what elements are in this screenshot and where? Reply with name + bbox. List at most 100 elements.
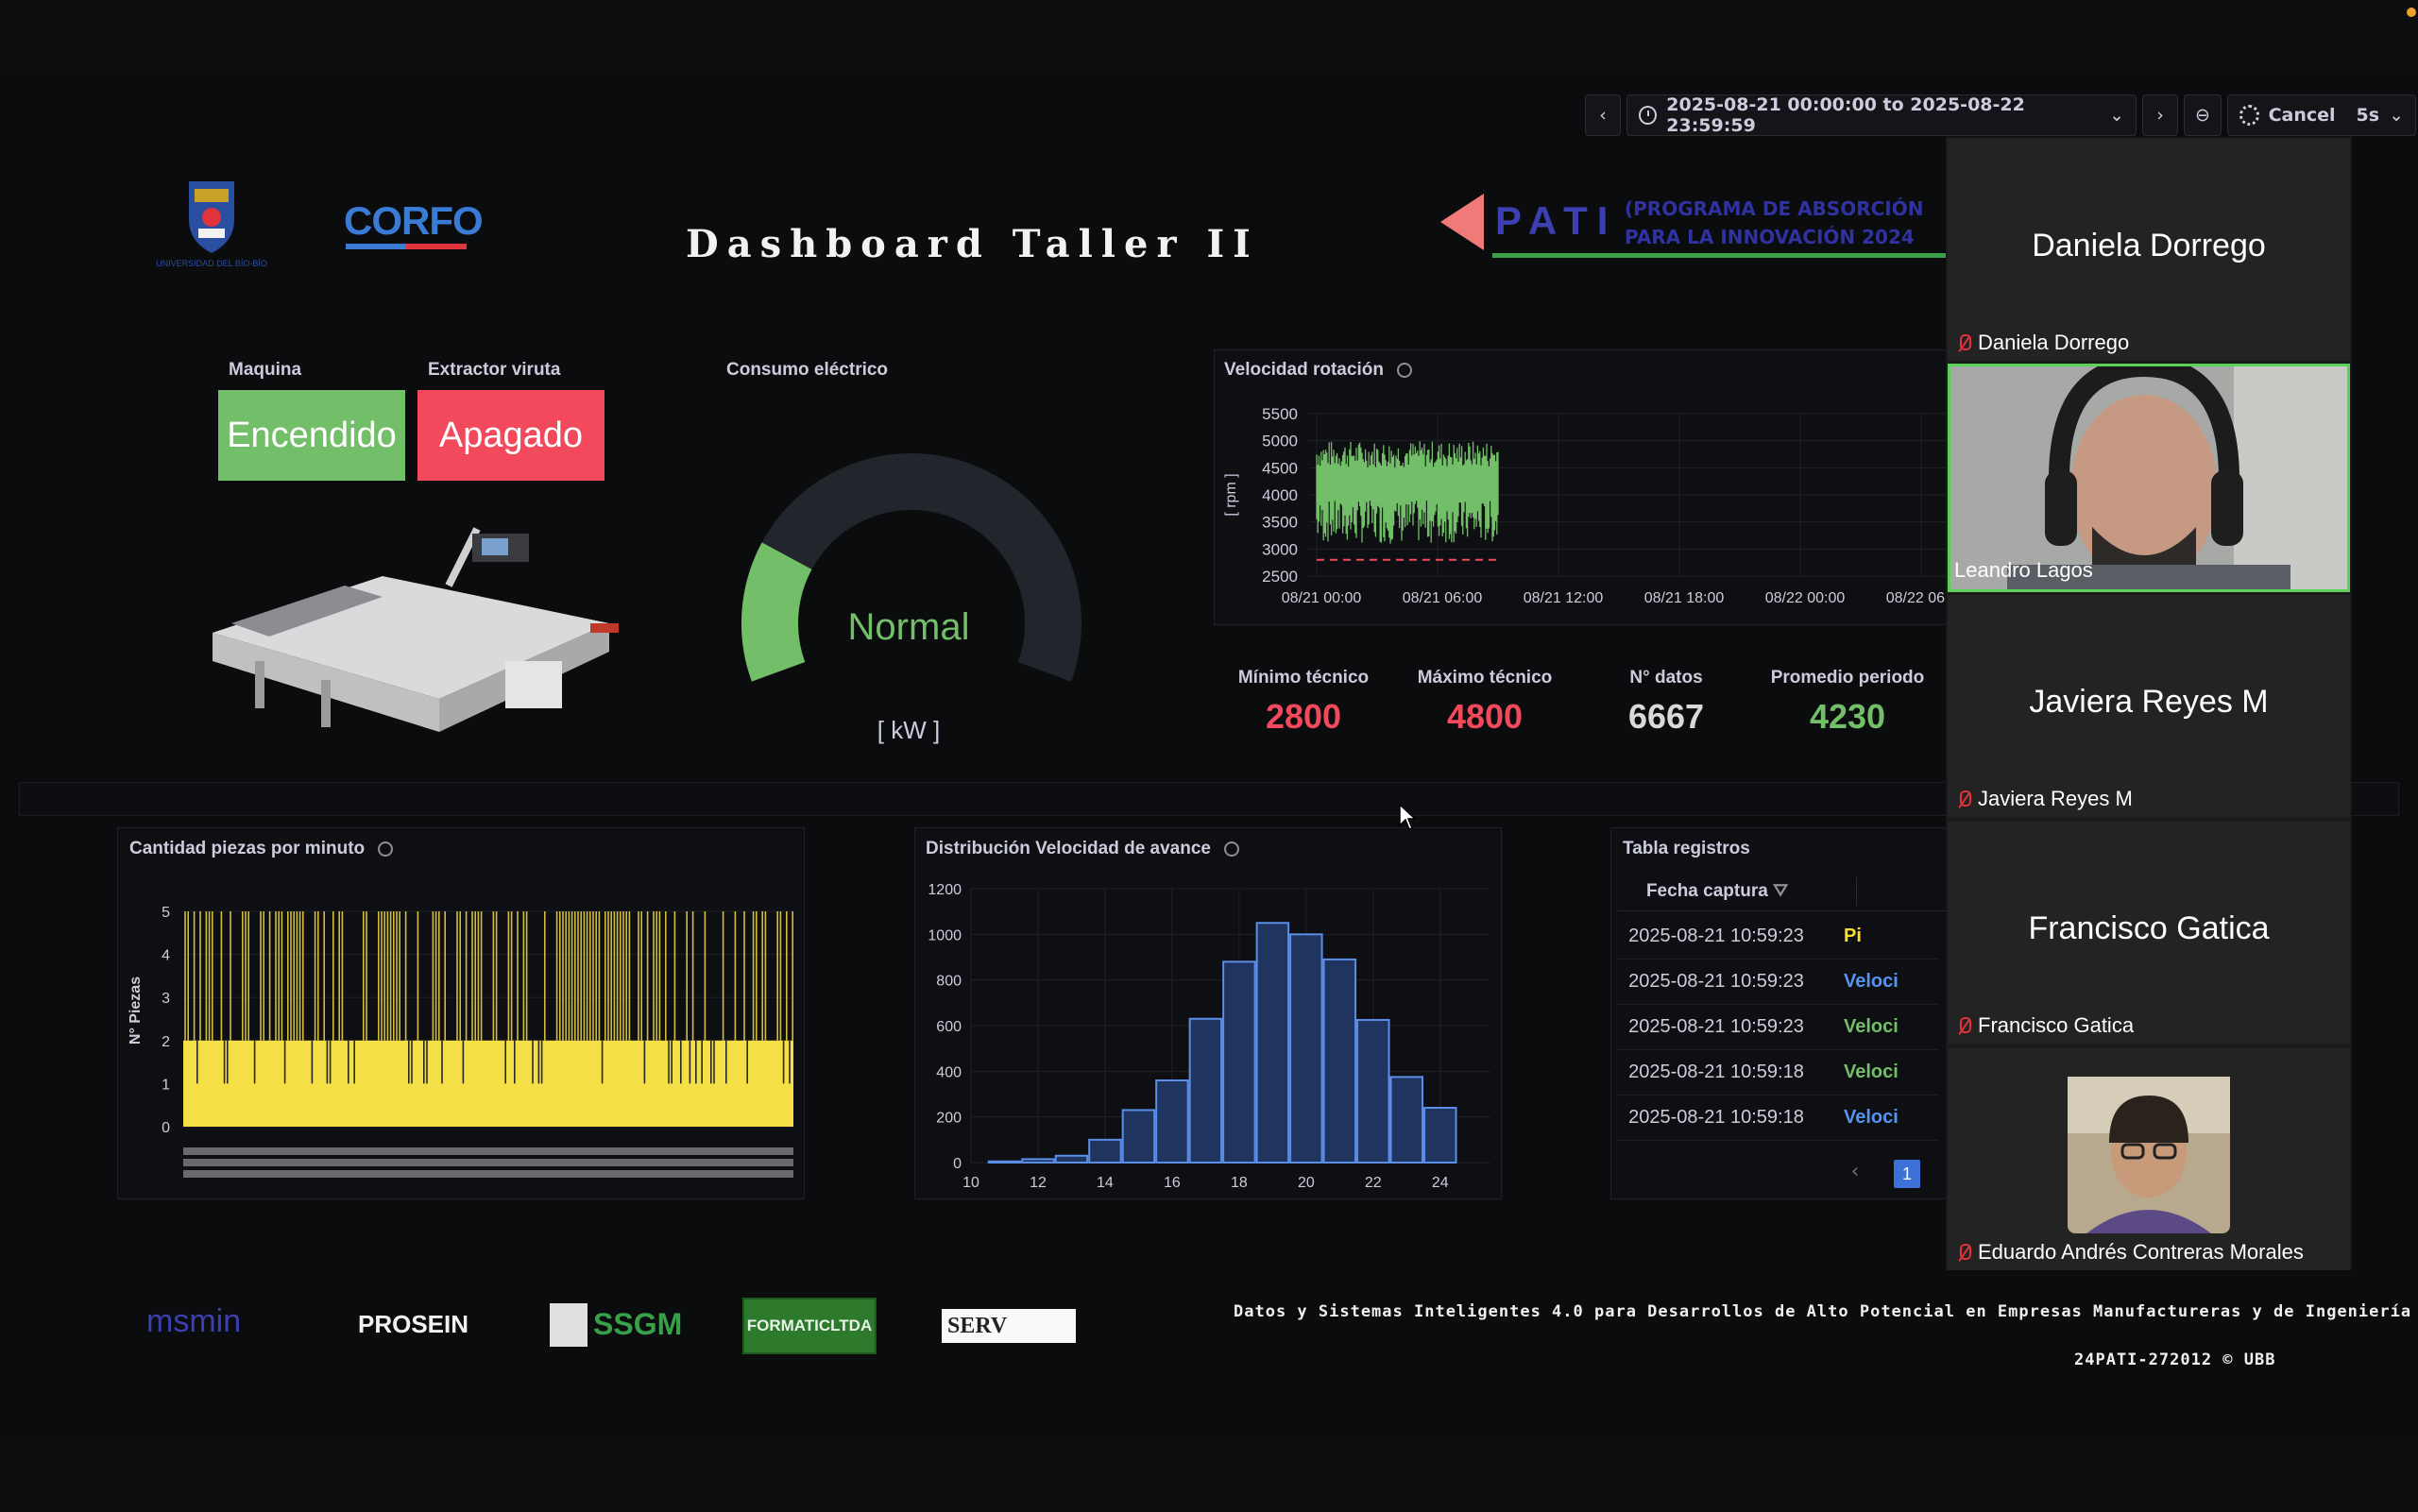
time-forward-button[interactable]: › [2142, 94, 2178, 136]
x-tick-label: 24 [1432, 1175, 1449, 1191]
histogram-bar [1423, 1107, 1457, 1164]
chevron-down-icon: ⌄ [2109, 105, 2124, 126]
cancel-label: Cancel [2268, 105, 2336, 126]
histogram-bar [1389, 1076, 1424, 1164]
participant-tile-leandro[interactable]: Leandro Lagos [1948, 364, 2350, 592]
participant-display-name: Francisco Gatica [2028, 910, 2270, 946]
refresh-interval[interactable]: 5s [2357, 105, 2380, 126]
participant-tile-javiera[interactable]: Javiera Reyes M Javiera Reyes M [1948, 595, 2350, 817]
pati-sub-line2: PARA LA INNOVACIÓN 2024 [1625, 226, 1915, 248]
dashboard-title: Dashboard Taller II [686, 222, 1259, 266]
zoom-out-button[interactable]: ⊖ [2184, 94, 2222, 136]
pati-triangle-icon [1440, 194, 1484, 250]
x-tick-label: 08/21 12:00 [1524, 590, 1604, 606]
x-tick-label: 08/21 00:00 [1282, 590, 1362, 606]
piezas-title: Cantidad piezas por minuto [129, 839, 394, 859]
gauge-fill [741, 542, 812, 682]
y-tick-label: 2 [162, 1034, 170, 1050]
pagination-prev-button[interactable]: ‹ [1844, 1160, 1866, 1188]
top-band [0, 0, 2418, 76]
histogram-bar [987, 1160, 1022, 1164]
chevron-right-icon: › [2156, 105, 2164, 126]
corfo-logo: CORFO [344, 198, 484, 243]
table-row[interactable]: 2025-08-21 10:59:23 Veloci [1617, 1005, 1938, 1050]
chevron-down-icon: ⌄ [2389, 105, 2404, 126]
participant-label: Eduardo Andrés Contreras Morales [1957, 1240, 2304, 1265]
pati-logo-text: PATI [1495, 198, 1618, 243]
velocidad-rotacion-title-text: Velocidad rotación [1224, 360, 1384, 380]
participant-tile-daniela[interactable]: Daniela Dorrego Daniela Dorrego [1948, 139, 2350, 361]
consumo-title: Consumo eléctrico [726, 360, 889, 380]
info-icon[interactable] [1224, 841, 1239, 857]
column-fecha-captura[interactable]: Fecha captura ⛛ [1618, 881, 1816, 902]
y-axis-label: N° Piezas [128, 977, 144, 1045]
stat-value: 2800 [1265, 697, 1342, 736]
cell-fecha: 2025-08-21 10:59:23 [1628, 1016, 1804, 1037]
y-tick-label: 5 [162, 905, 170, 921]
table-row[interactable]: 2025-08-21 10:59:23 Pi [1617, 914, 1938, 960]
participant-video-eduardo [2068, 1077, 2230, 1233]
x-axis-labels-blurred [183, 1159, 793, 1166]
x-tick-label: 16 [1164, 1175, 1181, 1191]
pati-logo-subtitle: (PROGRAMA DE ABSORCIÓN PARA LA INNOVACIÓ… [1625, 195, 1946, 251]
velocidad-rotacion-chart: 2500 3000 3500 4000 4500 5000 5500 08/21 00:00 0… [1223, 405, 1946, 606]
y-tick-label: 3 [162, 991, 170, 1007]
y-tick-label: 1200 [928, 882, 962, 898]
participant-tile-eduardo[interactable]: Eduardo Andrés Contreras Morales [1948, 1048, 2350, 1270]
prosein-logo: PROSEIN [358, 1310, 469, 1338]
info-icon[interactable] [1396, 362, 1412, 378]
participant-tile-francisco[interactable]: Francisco Gatica Francisco Gatica [1948, 822, 2350, 1044]
tabla-title: Tabla registros [1623, 839, 1750, 858]
histogram-bar [1088, 1138, 1122, 1164]
table-row[interactable]: 2025-08-21 10:59:18 Veloci [1617, 1050, 1938, 1096]
y-tick-label: 3500 [1262, 514, 1298, 532]
histogram-bar [1255, 922, 1290, 1164]
participant-name: Daniela Dorrego [1978, 331, 2130, 354]
time-back-button[interactable]: ‹ [1585, 94, 1621, 136]
ubb-logo-text: UNIVERSIDAD DEL BÍO-BÍO [156, 259, 267, 268]
participant-label: Daniela Dorrego [1957, 331, 2129, 355]
extractor-status: Apagado [417, 390, 604, 481]
y-tick-label: 0 [953, 1156, 962, 1172]
recording-indicator [2407, 8, 2416, 17]
stat-value: 4800 [1446, 697, 1524, 736]
participant-label: Javiera Reyes M [1957, 787, 2133, 811]
maquina-label: Maquina [229, 360, 302, 380]
participant-display-name: Javiera Reyes M [2029, 684, 2269, 720]
footer-tagline: Datos y Sistemas Inteligentes 4.0 para D… [1234, 1302, 2412, 1321]
x-tick-label: 18 [1231, 1175, 1248, 1191]
pagination-page-1[interactable]: 1 [1894, 1160, 1920, 1188]
table-row[interactable]: 2025-08-21 10:59:23 Veloci [1617, 960, 1938, 1005]
distribucion-title-text: Distribución Velocidad de avance [926, 839, 1211, 858]
corfo-logo-bar [346, 244, 467, 249]
tabla-header: Fecha captura ⛛ [1618, 872, 1949, 911]
histogram-bar [1021, 1158, 1055, 1164]
cell-variable: Veloci [1844, 1107, 1899, 1128]
x-tick-label: 08/21 06:00 [1403, 590, 1483, 606]
refresh-cancel-button[interactable]: Cancel 5s ⌄ [2227, 94, 2416, 136]
y-tick-label: 5000 [1262, 433, 1298, 450]
participant-name: Leandro Lagos [1954, 558, 2093, 582]
histogram-bar [1188, 1017, 1223, 1164]
participant-name: Eduardo Andrés Contreras Morales [1978, 1240, 2304, 1264]
cell-fecha: 2025-08-21 10:59:18 [1628, 1062, 1804, 1082]
y-tick-label: 4500 [1262, 459, 1298, 477]
time-range-picker[interactable]: 2025-08-21 00:00:00 to 2025-08-22 23:59:… [1626, 94, 2137, 136]
distribucion-title: Distribución Velocidad de avance [926, 839, 1239, 859]
cell-variable: Veloci [1844, 1016, 1899, 1037]
distribucion-chart: 0 200 400 600 800 1000 1200 10 12 14 16 18 20 22 24 [928, 882, 1490, 1191]
y-tick-label: 1 [162, 1077, 170, 1093]
loading-spinner-icon [2239, 105, 2259, 126]
info-icon[interactable] [378, 841, 394, 857]
msmin-logo: msmin [146, 1303, 242, 1339]
stat-label: Máximo técnico [1417, 668, 1553, 688]
participant-video-leandro [1950, 366, 2347, 589]
histogram-bar [1155, 1079, 1189, 1164]
y-tick-label: 3000 [1262, 540, 1298, 558]
filter-icon[interactable]: ⛛ [1773, 881, 1788, 901]
participant-label: Francisco Gatica [1957, 1013, 2134, 1038]
series-rotacion [1316, 441, 1499, 544]
table-row[interactable]: 2025-08-21 10:59:18 Veloci [1617, 1096, 1938, 1141]
consumo-gauge [741, 453, 1081, 682]
maquina-status: Encendido [218, 390, 405, 481]
